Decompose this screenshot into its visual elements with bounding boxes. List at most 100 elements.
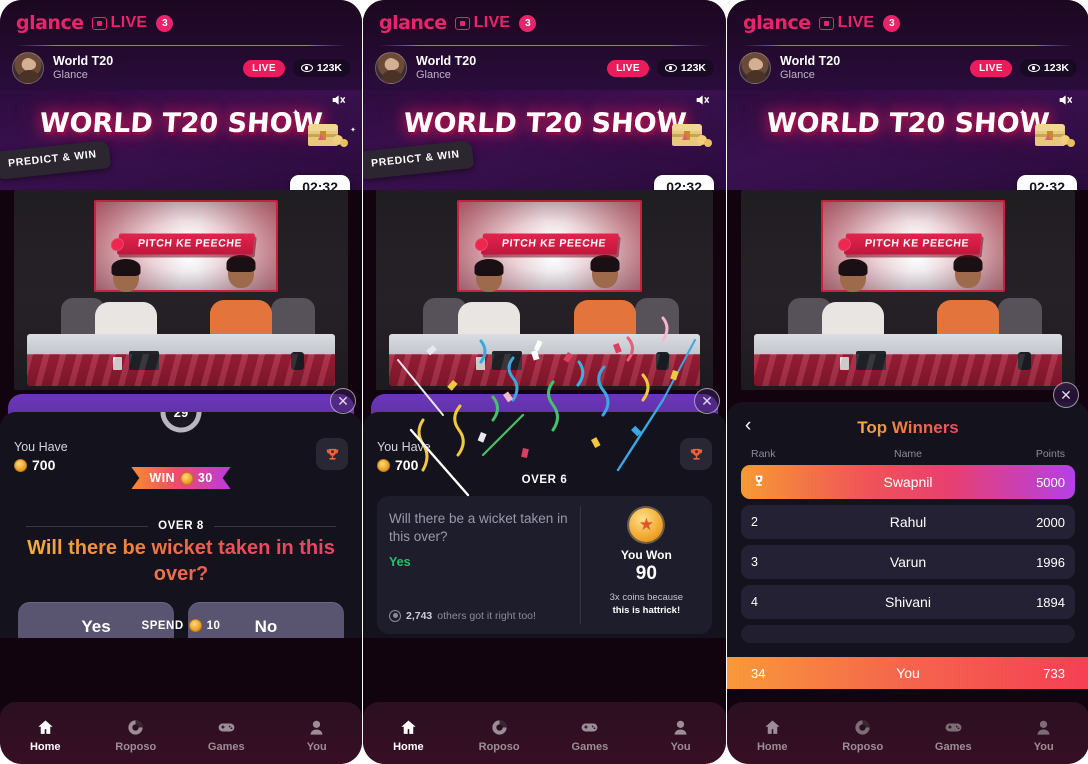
nav-item-games[interactable]: Games <box>555 718 625 753</box>
video-stage[interactable]: PITCH KE PEECHE <box>14 190 348 390</box>
avatar[interactable] <box>375 52 407 84</box>
treasure-chest-icon <box>666 114 714 154</box>
coin-icon <box>377 458 390 472</box>
live-box-icon <box>454 16 470 30</box>
laptop <box>491 351 522 371</box>
balance-value: 700 <box>395 456 419 473</box>
live-badge: LIVE <box>970 59 1012 77</box>
countdown-timer: 02:32 <box>654 175 714 190</box>
video-stage[interactable]: PITCH KE PEECHE <box>376 190 713 390</box>
microphone <box>655 352 669 371</box>
prediction-card: 29 You Have 700 WIN 30 OVER 8 Will there… <box>0 412 362 638</box>
nav-item-games[interactable]: Games <box>918 718 988 753</box>
close-icon[interactable]: ✕ <box>1053 382 1079 408</box>
live-badge: LIVE <box>243 59 285 77</box>
sparkle-icon: ✦ <box>350 127 356 134</box>
you-won-value: 90 <box>635 563 657 584</box>
glance-logo[interactable]: glance <box>379 12 447 34</box>
nav-item-roposo[interactable]: Roposo <box>101 718 171 753</box>
pitch-ke-peeche-banner: PITCH KE PEECHE <box>110 233 256 255</box>
viewer-count: 123K <box>1019 59 1077 77</box>
live-chip[interactable]: LIVE 3 <box>818 14 901 32</box>
nav-item-you[interactable]: You <box>1009 718 1079 753</box>
pitch-ke-peeche-banner: PITCH KE PEECHE <box>473 233 619 255</box>
your-points: 733 <box>1043 665 1065 681</box>
nav-item-home[interactable]: Home <box>10 718 80 753</box>
channel-name: World T20 <box>780 54 841 69</box>
leaderboard-button[interactable] <box>316 438 348 470</box>
channel-name: World T20 <box>416 54 477 69</box>
column-points: Points <box>1035 448 1065 460</box>
close-icon[interactable]: ✕ <box>694 388 720 414</box>
bottom-nav: Home Roposo Games You <box>727 702 1088 764</box>
avatar[interactable] <box>739 52 771 84</box>
live-chip[interactable]: LIVE 3 <box>91 14 174 32</box>
glance-logo[interactable]: glance <box>743 12 811 34</box>
balance-value-row: 700 <box>14 457 68 475</box>
panel-leaderboard: glance LIVE 3 World T20 Glance LIVE 123K <box>727 0 1088 764</box>
predict-and-win-tag[interactable]: PREDICT & WIN <box>363 140 475 180</box>
nav-label-roposo: Roposo <box>115 740 157 753</box>
avatar[interactable] <box>12 52 44 84</box>
person-icon <box>1033 718 1055 738</box>
coin-icon <box>179 471 193 485</box>
nav-item-roposo[interactable]: Roposo <box>828 718 898 753</box>
table-row[interactable]: 3 Varun 1996 <box>741 545 1075 579</box>
stream-status: LIVE 123K <box>970 59 1077 77</box>
nav-label-games: Games <box>207 740 245 753</box>
result-summary-card: Will there be a wicket taken in this ove… <box>377 496 712 634</box>
person-icon <box>306 718 328 738</box>
cricket-ball-icon <box>110 237 125 251</box>
treasure-chest-icon <box>302 114 350 154</box>
nav-item-home[interactable]: Home <box>373 718 443 753</box>
channel-info: World T20 Glance <box>780 54 840 81</box>
cup <box>113 357 123 371</box>
panel-prediction: glance LIVE 3 World T20 Glance LIVE 123K <box>0 0 362 764</box>
live-count-badge: 3 <box>883 14 901 32</box>
nav-item-you[interactable]: You <box>646 718 716 753</box>
live-label: LIVE <box>837 14 875 31</box>
microphone <box>290 352 304 371</box>
row-name: Varun <box>889 554 927 570</box>
nav-label-home: Home <box>29 740 61 753</box>
glance-logo[interactable]: glance <box>16 12 84 34</box>
bottom-nav: Home Roposo Games You <box>0 702 362 764</box>
win-value: 30 <box>197 471 213 485</box>
spend-label: SPEND <box>141 619 184 632</box>
table-row-partial[interactable] <box>741 625 1075 643</box>
roposo-icon <box>488 718 510 738</box>
stream-header: World T20 Glance LIVE 123K <box>363 46 726 90</box>
viewer-count: 123K <box>292 59 350 77</box>
leaderboard-button[interactable] <box>680 438 712 470</box>
sparkle-icon: ✦ <box>655 108 664 119</box>
result-card-wrapper: You Have 700 OVER 6 Will there be a wick… <box>363 412 726 638</box>
leaderboard-columns: Rank Name Points <box>741 442 1075 465</box>
live-chip[interactable]: LIVE 3 <box>454 14 537 32</box>
mute-icon[interactable] <box>329 92 347 108</box>
balance-block: You Have 700 <box>14 440 68 474</box>
video-stage[interactable]: PITCH KE PEECHE <box>741 190 1075 390</box>
predict-and-win-tag[interactable]: PREDICT & WIN <box>0 140 112 180</box>
roposo-icon <box>125 718 147 738</box>
balance-block: You Have 700 <box>377 440 431 474</box>
nav-item-games[interactable]: Games <box>191 718 261 753</box>
row-rank: 4 <box>751 595 758 609</box>
table-row[interactable]: Swapnil 5000 <box>741 465 1075 499</box>
table-row[interactable]: 4 Shivani 1894 <box>741 585 1075 619</box>
nav-item-home[interactable]: Home <box>737 718 807 753</box>
reward-note-line1: 3x coins because <box>609 592 684 603</box>
nav-label-games: Games <box>934 740 972 753</box>
result-your-answer: Yes <box>389 555 411 570</box>
nav-item-roposo[interactable]: Roposo <box>464 718 534 753</box>
mute-icon[interactable] <box>693 92 711 108</box>
column-rank: Rank <box>751 448 776 460</box>
countdown-timer: 02:32 <box>1017 175 1077 190</box>
spend-value: 10 <box>206 619 221 632</box>
over-divider-row: OVER 8 <box>26 520 337 532</box>
mute-icon[interactable] <box>1056 92 1074 108</box>
nav-label-roposo: Roposo <box>478 740 520 753</box>
close-icon[interactable]: ✕ <box>330 388 356 414</box>
nav-item-you[interactable]: You <box>282 718 352 753</box>
chevron-left-icon[interactable]: ‹ <box>745 416 751 435</box>
table-row[interactable]: 2 Rahul 2000 <box>741 505 1075 539</box>
